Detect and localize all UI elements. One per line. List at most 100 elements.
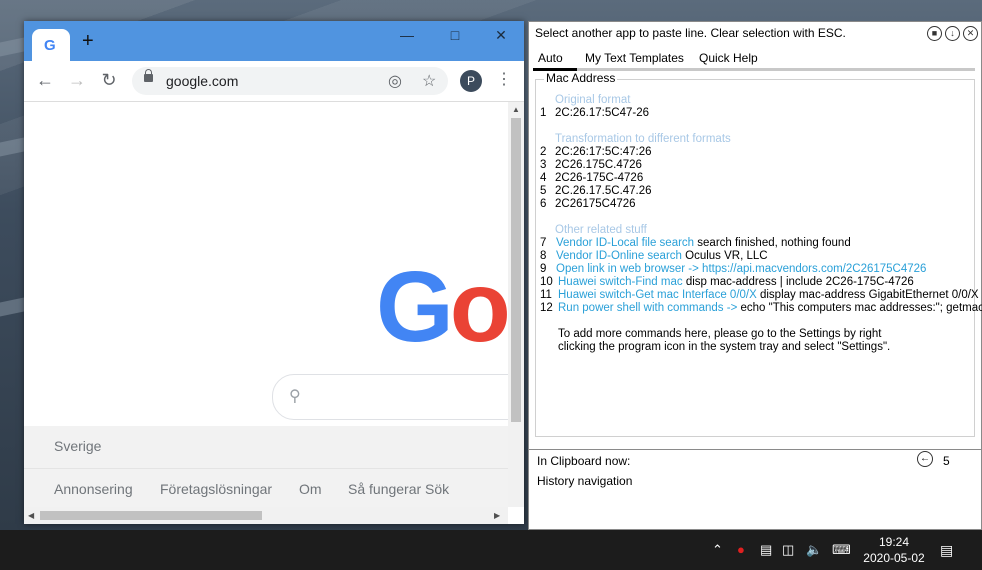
wallpaper-detail bbox=[0, 137, 24, 157]
close-icon[interactable]: ✕ bbox=[486, 27, 516, 44]
line-item[interactable]: 2C:26:17:5C:47:26 bbox=[555, 146, 652, 159]
clipboard-icon[interactable]: ▤ bbox=[760, 542, 772, 558]
related-link[interactable]: Huawei switch-Get mac Interface 0/0/X bbox=[558, 289, 757, 301]
clock-date: 2020-05-02 bbox=[863, 551, 925, 565]
related-item[interactable]: Vendor ID-Local file search search finis… bbox=[556, 237, 851, 250]
line-item[interactable]: 2C26.175C.4726 bbox=[555, 159, 642, 172]
settings-hint: To add more commands here, please go to … bbox=[558, 328, 882, 340]
address-bar[interactable]: google.com ◎ ☆ bbox=[132, 67, 448, 95]
section-header: Transformation to different formats bbox=[555, 133, 731, 145]
tab-quick-help[interactable]: Quick Help bbox=[699, 51, 758, 65]
window-instruction: Select another app to paste line. Clear … bbox=[535, 26, 846, 40]
lock-icon[interactable]: ■ bbox=[927, 26, 942, 41]
history-navigation-label: History navigation bbox=[537, 474, 633, 488]
related-link[interactable]: Vendor ID-Online search bbox=[556, 250, 682, 262]
related-item[interactable]: Huawei switch-Find mac disp mac-address … bbox=[558, 276, 914, 289]
reload-icon[interactable]: ↻ bbox=[98, 70, 120, 90]
clipboard-label: In Clipboard now: bbox=[537, 454, 631, 468]
browser-toolbar: ← → ↻ google.com ◎ ☆ P ⋮ bbox=[24, 61, 524, 102]
footer-links: Annonsering Företagslösningar Om Så fung… bbox=[24, 469, 508, 507]
line-number: 5 bbox=[540, 185, 547, 197]
related-link[interactable]: Run power shell with commands -> bbox=[558, 302, 737, 314]
line-number: 7 bbox=[540, 237, 547, 249]
logo-letter: G bbox=[376, 251, 454, 363]
footer-country: Sverige bbox=[54, 438, 102, 454]
back-arrow-icon[interactable]: ← bbox=[34, 70, 56, 90]
line-number: 12 bbox=[540, 302, 553, 314]
google-favicon-icon: G bbox=[44, 37, 56, 54]
network-icon[interactable]: ◫ bbox=[782, 542, 794, 558]
new-tab-button[interactable]: + bbox=[82, 31, 94, 51]
tab-auto[interactable]: Auto bbox=[538, 51, 563, 65]
footer-link[interactable]: Annonsering bbox=[54, 481, 133, 497]
line-item[interactable]: 2C26175C4726 bbox=[555, 198, 636, 211]
related-item[interactable]: Open link in web browser -> https://api.… bbox=[556, 263, 926, 276]
browser-titlebar: G + — □ ✕ bbox=[24, 21, 524, 61]
forward-arrow-icon[interactable]: → bbox=[66, 70, 88, 90]
scroll-left-icon[interactable]: ◀ bbox=[28, 511, 34, 520]
taskbar: ⌃ ● ▤ ◫ 🔈 ⌨ 19:24 2020-05-02 ▤ bbox=[0, 530, 982, 570]
chevron-up-icon[interactable]: ⌃ bbox=[712, 542, 723, 558]
footer-link[interactable]: Så fungerar Sök bbox=[348, 481, 449, 497]
footer-link[interactable]: Om bbox=[299, 481, 322, 497]
line-number: 4 bbox=[540, 172, 547, 184]
settings-hint: clicking the program icon in the system … bbox=[558, 341, 891, 353]
search-icon: ⚲ bbox=[289, 388, 301, 405]
download-icon[interactable]: ↓ bbox=[945, 26, 960, 41]
browser-tab[interactable]: G bbox=[32, 29, 70, 61]
search-input[interactable]: ⚲ bbox=[272, 374, 508, 420]
footer-country-bar: Sverige bbox=[24, 426, 508, 469]
profile-avatar[interactable]: P bbox=[460, 70, 482, 92]
line-item[interactable]: 2C.26.17.5C.47.26 bbox=[555, 185, 652, 198]
line-number: 10 bbox=[540, 276, 553, 288]
tab-my-text-templates[interactable]: My Text Templates bbox=[585, 51, 684, 65]
tab-bar: Auto My Text Templates Quick Help bbox=[529, 48, 981, 70]
footer-link[interactable]: Företagslösningar bbox=[160, 481, 272, 497]
history-back-icon[interactable]: ← bbox=[917, 451, 933, 467]
star-icon[interactable]: ☆ bbox=[422, 71, 436, 91]
related-item[interactable]: Huawei switch-Get mac Interface 0/0/X di… bbox=[558, 289, 979, 302]
related-result: disp mac-address | include 2C26-175C-472… bbox=[682, 276, 914, 288]
related-result: Oculus VR, LLC bbox=[681, 250, 768, 262]
clock[interactable]: 19:24 2020-05-02 bbox=[858, 534, 930, 566]
clipboard-count: 5 bbox=[943, 454, 950, 468]
scroll-right-icon[interactable]: ▶ bbox=[494, 511, 500, 520]
section-header: Original format bbox=[555, 94, 631, 106]
scroll-up-icon[interactable]: ▲ bbox=[512, 105, 520, 114]
keyboard-icon[interactable]: ⌨ bbox=[832, 542, 851, 558]
section-header: Other related stuff bbox=[555, 224, 647, 236]
line-number: 8 bbox=[540, 250, 547, 262]
related-link[interactable]: Huawei switch-Find mac bbox=[558, 276, 683, 288]
line-item[interactable]: 2C:26.17:5C47-26 bbox=[555, 107, 649, 120]
logo-letter: o bbox=[449, 251, 508, 363]
divider bbox=[529, 449, 981, 450]
close-icon[interactable]: ✕ bbox=[963, 26, 978, 41]
maximize-icon[interactable]: □ bbox=[440, 27, 470, 43]
related-item[interactable]: Vendor ID-Online search Oculus VR, LLC bbox=[556, 250, 768, 263]
related-link[interactable]: Open link in web browser -> https://api.… bbox=[556, 263, 926, 275]
related-item[interactable]: Run power shell with commands -> echo "T… bbox=[558, 302, 982, 315]
line-number: 3 bbox=[540, 159, 547, 171]
line-number: 9 bbox=[540, 263, 547, 275]
text-template-window: Select another app to paste line. Clear … bbox=[528, 21, 982, 530]
related-result: search finished, nothing found bbox=[694, 237, 851, 249]
line-number: 1 bbox=[540, 107, 547, 119]
scrollbar-thumb[interactable] bbox=[40, 511, 262, 520]
mac-address-group: Mac Address Original format 1 2C:26.17:5… bbox=[535, 71, 982, 437]
wallpaper-detail bbox=[0, 37, 24, 57]
line-item[interactable]: 2C26-175C-4726 bbox=[555, 172, 643, 185]
volume-icon[interactable]: 🔈 bbox=[806, 542, 822, 558]
record-icon[interactable]: ● bbox=[737, 542, 745, 557]
browser-window: G + — □ ✕ ← → ↻ google.com ◎ ☆ P ⋮ Goo ⚲… bbox=[24, 21, 524, 524]
line-number: 11 bbox=[540, 289, 552, 301]
group-title: Mac Address bbox=[544, 71, 618, 85]
menu-icon[interactable]: ⋮ bbox=[496, 69, 512, 89]
notification-icon[interactable]: ▤ bbox=[940, 542, 953, 559]
related-link[interactable]: Vendor ID-Local file search bbox=[556, 237, 694, 249]
minimize-icon[interactable]: — bbox=[392, 27, 422, 43]
line-number: 6 bbox=[540, 198, 547, 210]
location-icon[interactable]: ◎ bbox=[388, 71, 402, 91]
horizontal-scrollbar[interactable]: ◀ ▶ bbox=[24, 507, 508, 524]
scrollbar-thumb[interactable] bbox=[511, 118, 521, 422]
vertical-scrollbar[interactable]: ▲ bbox=[508, 102, 524, 507]
